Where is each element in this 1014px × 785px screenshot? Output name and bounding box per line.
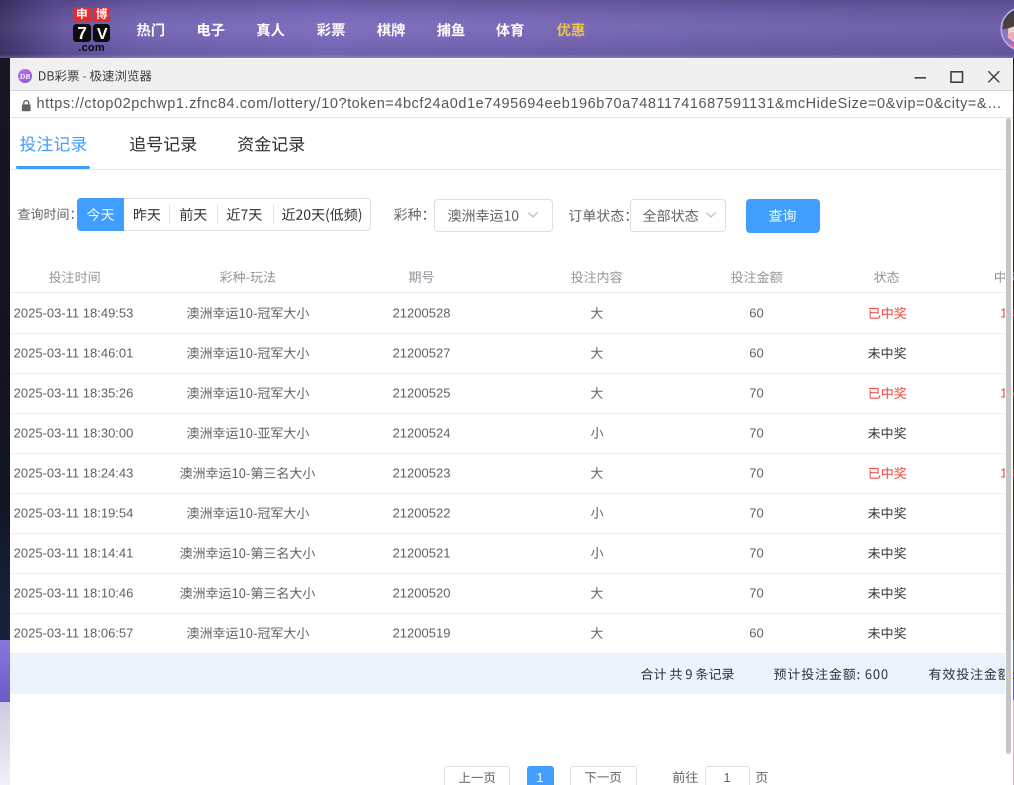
- svg-text:2025-03-11 18:30:00: 2025-03-11 18:30:00: [14, 426, 134, 441]
- svg-text:21200525: 21200525: [393, 386, 451, 401]
- svg-text:60: 60: [749, 626, 763, 641]
- svg-text:2025-03-11 18:10:46: 2025-03-11 18:10:46: [14, 586, 134, 601]
- svg-text:21200523: 21200523: [393, 466, 451, 481]
- svg-text:2025-03-11 18:35:26: 2025-03-11 18:35:26: [14, 386, 134, 401]
- svg-text:70: 70: [749, 546, 763, 561]
- svg-text:21200522: 21200522: [393, 506, 451, 521]
- svg-text:60: 60: [749, 346, 763, 361]
- svg-text:2025-03-11 18:14:41: 2025-03-11 18:14:41: [14, 546, 134, 561]
- svg-text:21200528: 21200528: [393, 306, 451, 321]
- svg-text:21200524: 21200524: [393, 426, 451, 441]
- svg-text:70: 70: [749, 426, 763, 441]
- svg-text:21200520: 21200520: [393, 586, 451, 601]
- svg-text:70: 70: [749, 506, 763, 521]
- svg-text:60: 60: [749, 306, 763, 321]
- svg-text:21200521: 21200521: [393, 546, 451, 561]
- svg-text:2025-03-11 18:06:57: 2025-03-11 18:06:57: [14, 626, 134, 641]
- svg-text:2025-03-11 18:19:54: 2025-03-11 18:19:54: [14, 506, 134, 521]
- svg-text:2025-03-11 18:46:01: 2025-03-11 18:46:01: [14, 346, 134, 361]
- svg-text:1: 1: [723, 770, 730, 785]
- svg-text:2025-03-11 18:49:53: 2025-03-11 18:49:53: [14, 306, 134, 321]
- svg-text:70: 70: [749, 386, 763, 401]
- svg-text:1: 1: [536, 770, 543, 785]
- svg-text:70: 70: [749, 466, 763, 481]
- svg-text:2025-03-11 18:24:43: 2025-03-11 18:24:43: [14, 466, 134, 481]
- svg-text:21200527: 21200527: [393, 346, 451, 361]
- svg-text:21200519: 21200519: [393, 626, 451, 641]
- svg-text:70: 70: [749, 586, 763, 601]
